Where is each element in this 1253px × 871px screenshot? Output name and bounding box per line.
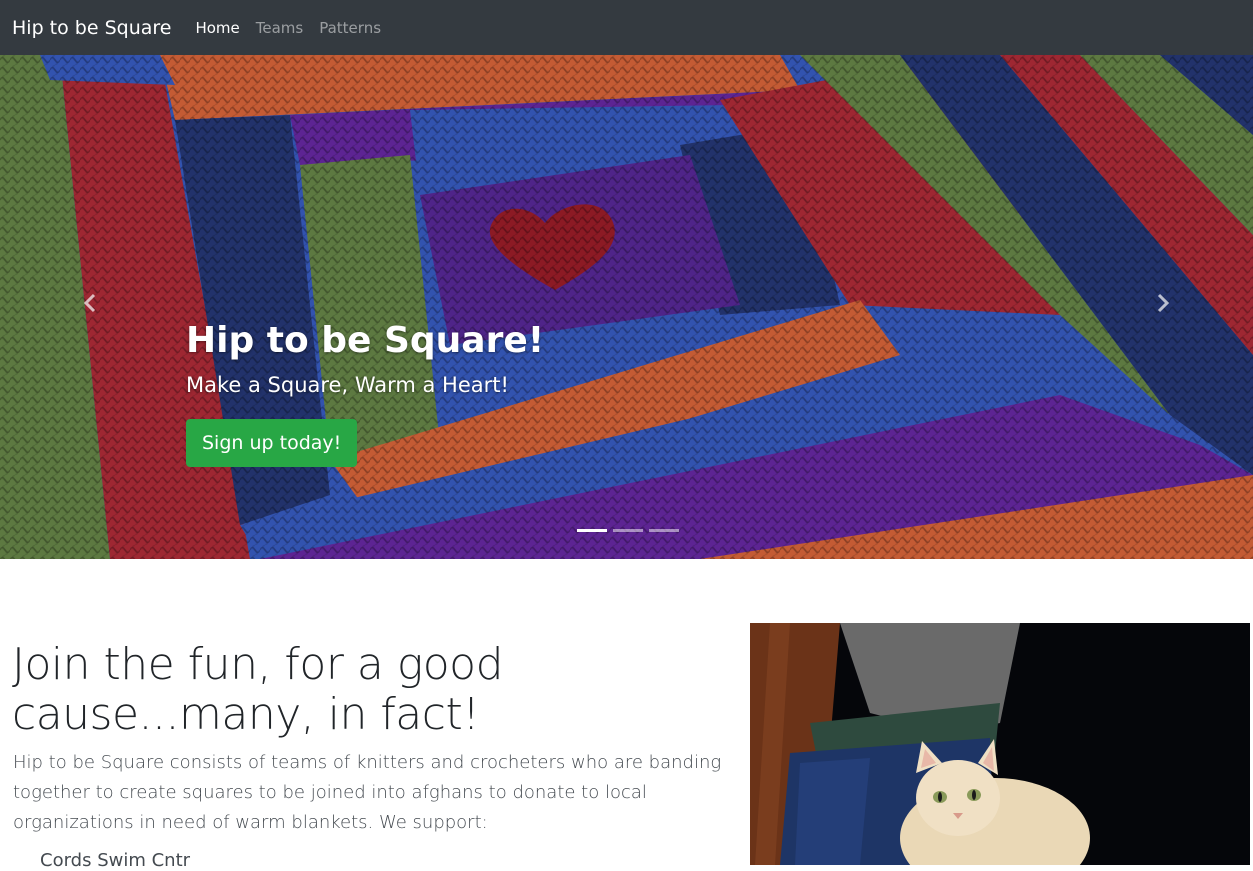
carousel-indicator-1[interactable] [577, 529, 607, 532]
navbar-brand[interactable]: Hip to be Square [12, 17, 171, 39]
carousel-indicators [577, 529, 679, 532]
cat-photo [750, 623, 1250, 865]
section-heading: Join the fun, for a good cause...many, i… [12, 639, 504, 740]
list-item: Cords Swim Cntr [40, 850, 191, 871]
carousel-caption: Hip to be Square! Make a Square, Warm a … [186, 317, 544, 467]
chevron-left-icon[interactable] [80, 291, 100, 315]
nav-link-home[interactable]: Home [195, 19, 239, 37]
nav-link-teams[interactable]: Teams [256, 19, 303, 37]
top-navbar: Hip to be Square Home Teams Patterns [0, 0, 1253, 55]
crochet-blanket-photo [0, 55, 1253, 559]
nav-link-patterns[interactable]: Patterns [319, 19, 381, 37]
hero-carousel: Hip to be Square! Make a Square, Warm a … [0, 55, 1253, 559]
signup-button[interactable]: Sign up today! [186, 419, 358, 467]
chevron-right-icon[interactable] [1153, 291, 1173, 315]
carousel-subtitle: Make a Square, Warm a Heart! [186, 373, 509, 397]
carousel-indicator-3[interactable] [649, 529, 679, 532]
carousel-indicator-2[interactable] [613, 529, 643, 532]
carousel-title: Hip to be Square! [186, 320, 545, 361]
section-lead: Hip to be Square consists of teams of kn… [13, 752, 722, 833]
